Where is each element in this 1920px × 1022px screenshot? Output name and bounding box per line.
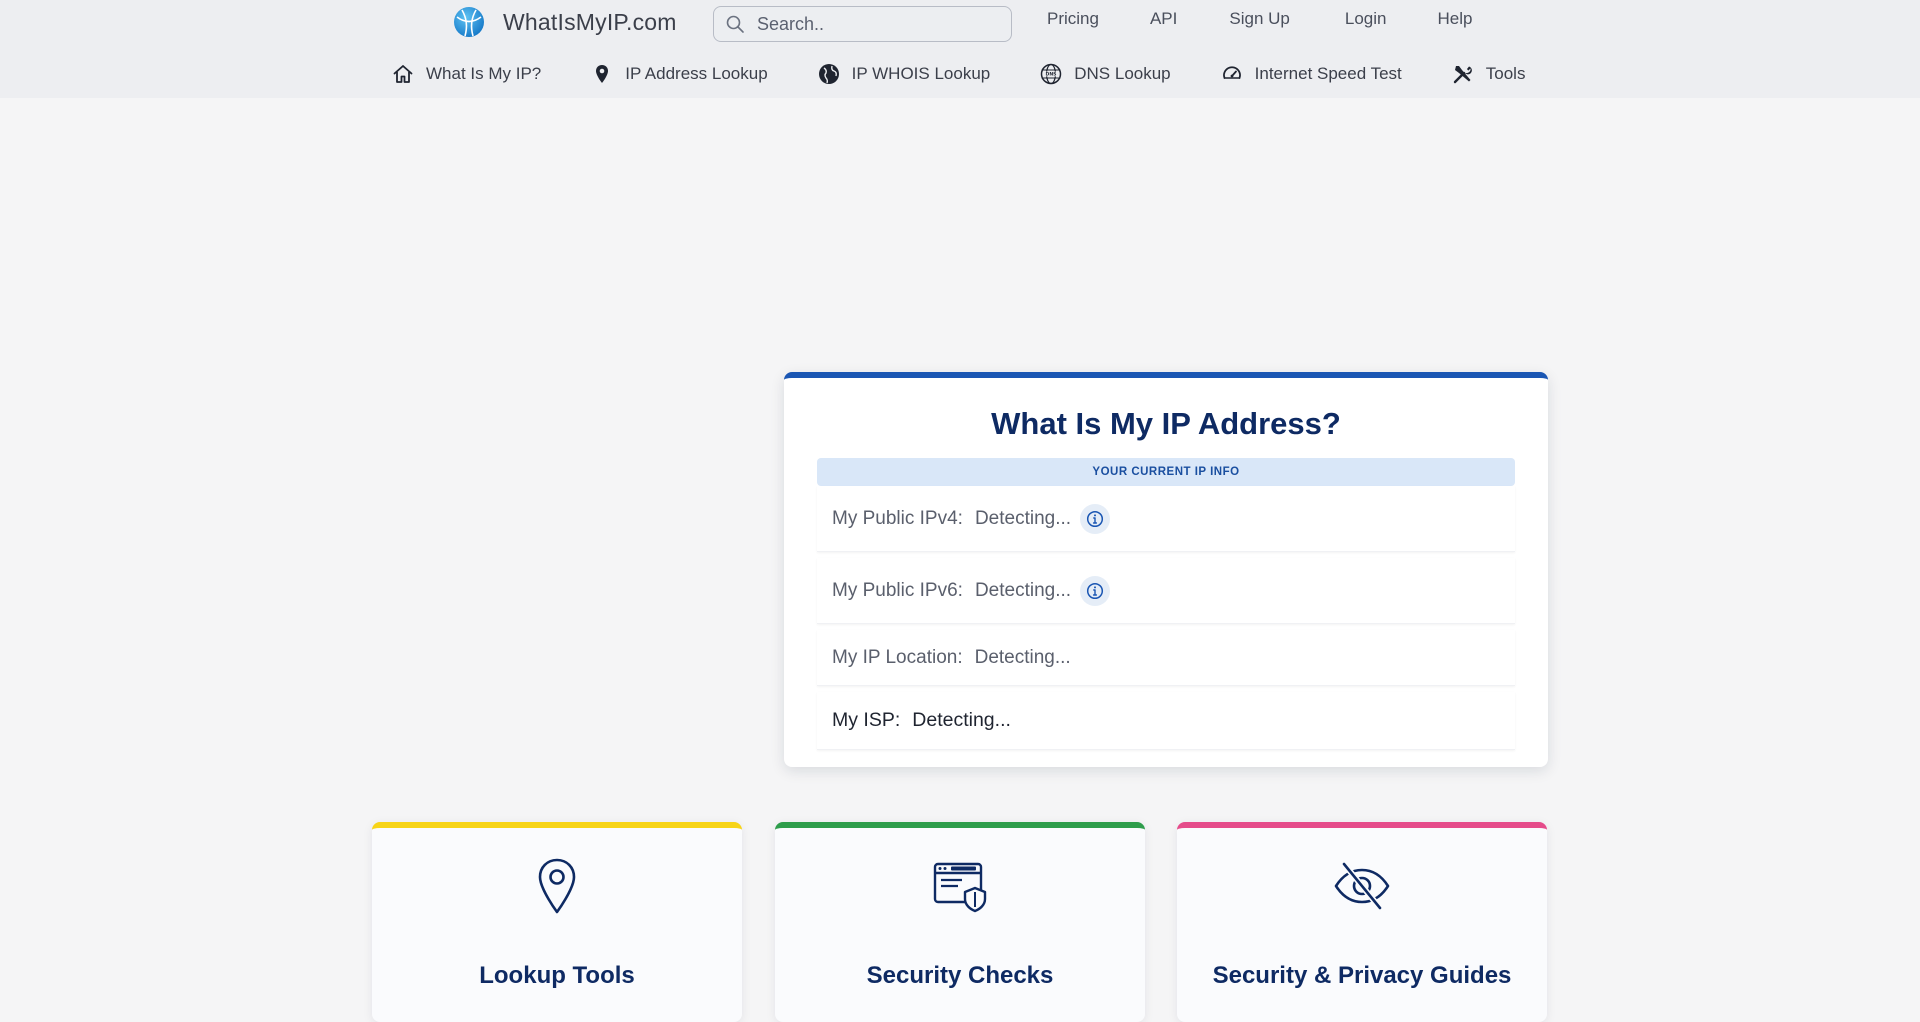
top-links: Pricing API Sign Up Login Help xyxy=(1047,9,1472,29)
login-link[interactable]: Login xyxy=(1345,9,1387,29)
security-checks-title: Security Checks xyxy=(866,962,1054,989)
ip-location-label: My IP Location: xyxy=(832,646,963,668)
brand-name: WhatIsMyIP.com xyxy=(503,8,677,35)
globe-logo-icon xyxy=(454,7,484,37)
nav-label: What Is My IP? xyxy=(426,64,542,83)
api-link[interactable]: API xyxy=(1150,9,1177,29)
dns-globe-icon: DNS xyxy=(1041,63,1062,85)
page-title: What Is My IP Address? xyxy=(991,406,1341,441)
info-icon xyxy=(1086,582,1104,599)
ipv6-info-button[interactable] xyxy=(1080,575,1111,606)
location-pin-icon xyxy=(538,858,576,914)
brand-link[interactable]: WhatIsMyIP.com xyxy=(453,6,677,38)
sign-up-link[interactable]: Sign Up xyxy=(1229,9,1289,29)
help-link[interactable]: Help xyxy=(1437,9,1472,29)
lookup-tools-card[interactable]: Lookup Tools xyxy=(372,822,742,1022)
svg-text:DNS: DNS xyxy=(1046,72,1057,78)
nav-internet-speed-test[interactable]: Internet Speed Test xyxy=(1221,63,1402,85)
nav-label: IP Address Lookup xyxy=(625,64,768,83)
search-box xyxy=(713,6,1012,42)
nav-what-is-my-ip[interactable]: What Is My IP? xyxy=(392,63,541,85)
speedometer-icon xyxy=(1222,66,1241,79)
main-nav: What Is My IP? IP Address Lookup IP WHOI… xyxy=(392,58,1525,90)
eye-slash-icon xyxy=(1334,862,1390,910)
ipv4-label: My Public IPv4: xyxy=(832,507,963,529)
ipv6-label: My Public IPv6: xyxy=(832,579,963,601)
browser-shield-icon xyxy=(933,862,987,913)
section-label: YOUR CURRENT IP INFO xyxy=(817,458,1515,486)
site-header: WhatIsMyIP.com Pricing API Sign Up Login… xyxy=(0,0,1920,98)
nav-tools[interactable]: Tools xyxy=(1452,63,1526,85)
nav-dns-lookup[interactable]: DNS DNS Lookup xyxy=(1040,63,1171,85)
isp-label: My ISP: xyxy=(832,709,901,731)
security-privacy-guides-card[interactable]: Security & Privacy Guides xyxy=(1177,822,1547,1022)
ip-location-value: Detecting... xyxy=(974,646,1071,668)
nav-ip-whois-lookup[interactable]: IP WHOIS Lookup xyxy=(818,63,991,85)
isp-row: My ISP: Detecting... xyxy=(817,692,1515,750)
ipv4-value: Detecting... xyxy=(974,507,1072,529)
ipv6-value: Detecting... xyxy=(974,579,1072,601)
search-input[interactable] xyxy=(755,12,995,36)
ipv4-info-button[interactable] xyxy=(1080,503,1111,534)
info-icon xyxy=(1086,510,1104,527)
tools-icon xyxy=(1453,66,1472,84)
ip-location-row: My IP Location: Detecting... xyxy=(817,630,1515,686)
ipv4-row: My Public IPv4: Detecting... xyxy=(817,486,1515,552)
globe-icon xyxy=(818,64,839,84)
ipv6-row: My Public IPv6: Detecting... xyxy=(817,558,1515,624)
security-privacy-guides-title: Security & Privacy Guides xyxy=(1212,962,1512,989)
home-icon xyxy=(393,65,413,83)
lookup-tools-title: Lookup Tools xyxy=(479,962,635,989)
nav-label: Internet Speed Test xyxy=(1254,64,1402,83)
nav-label: IP WHOIS Lookup xyxy=(851,64,991,83)
nav-ip-address-lookup[interactable]: IP Address Lookup xyxy=(591,63,768,85)
isp-value: Detecting... xyxy=(912,709,1011,731)
ip-info-card: What Is My IP Address? YOUR CURRENT IP I… xyxy=(784,372,1548,767)
nav-label: DNS Lookup xyxy=(1074,64,1171,83)
map-pin-icon xyxy=(596,65,609,83)
pricing-link[interactable]: Pricing xyxy=(1047,9,1099,29)
security-checks-card[interactable]: Security Checks xyxy=(775,822,1145,1022)
nav-label: Tools xyxy=(1485,64,1526,83)
search-icon xyxy=(726,15,744,33)
